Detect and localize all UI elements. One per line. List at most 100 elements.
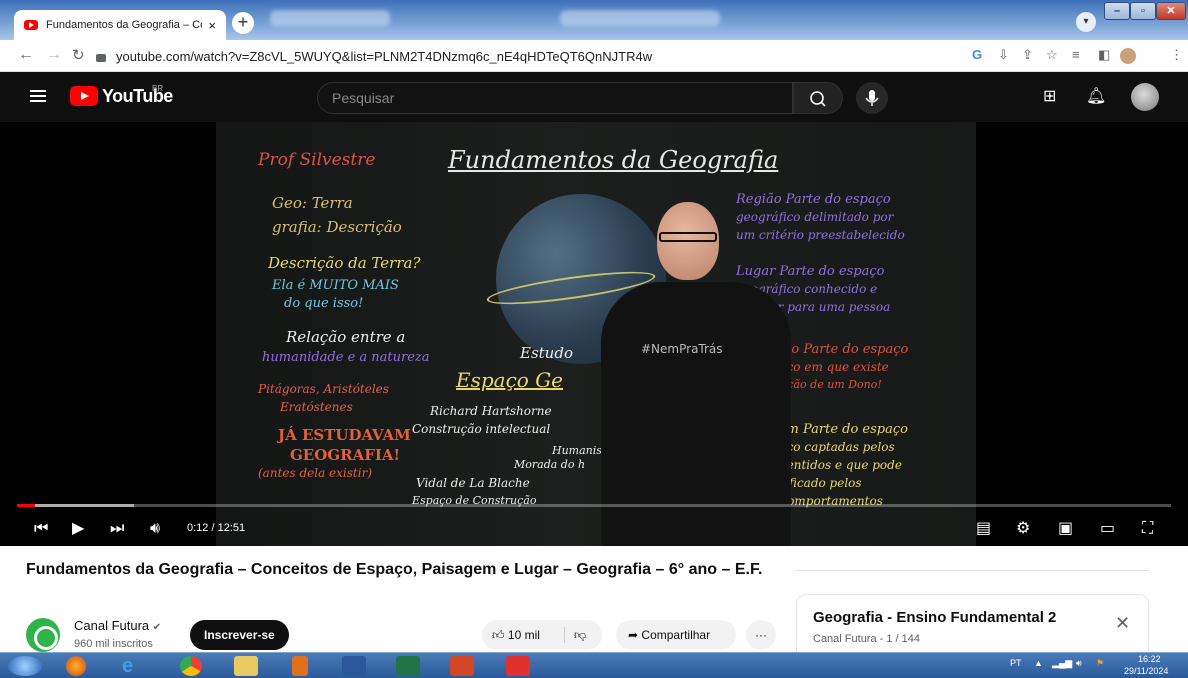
chrome-icon[interactable]	[180, 656, 202, 676]
chalk-line: Morada do h	[514, 458, 586, 471]
tray-arrow-icon[interactable]: ▲	[1034, 658, 1043, 668]
like-button[interactable]: 👍︎ 10 mil	[492, 620, 540, 650]
google-icon[interactable]: G	[972, 47, 982, 62]
chalk-line: Geo: Terra	[272, 194, 353, 212]
chalk-line: Humanis	[552, 444, 602, 457]
chalk-line: Construção intelectual	[412, 422, 551, 436]
tab-title: Fundamentos da Geografia – Cor	[46, 19, 203, 31]
reading-list-icon[interactable]: ≡	[1072, 47, 1080, 62]
like-dislike-group: 👍︎ 10 mil 👎︎	[482, 620, 602, 650]
firefox-icon[interactable]	[66, 656, 86, 676]
internet-explorer-icon[interactable]: e	[122, 656, 146, 676]
user-avatar[interactable]	[1131, 83, 1159, 111]
previous-icon[interactable]: ⏮	[34, 518, 48, 538]
channel-name[interactable]: Canal Futura ✔	[74, 618, 161, 633]
thumbs-up-icon: 👍︎	[492, 628, 505, 642]
warning-flag-icon[interactable]: ⚑	[1096, 658, 1104, 669]
tab-close-icon[interactable]: ×	[208, 18, 216, 33]
channel-name-text: Canal Futura	[74, 618, 150, 633]
channel-avatar[interactable]	[26, 618, 60, 652]
browser-tab-active[interactable]: Fundamentos da Geografia – Cor ×	[14, 10, 226, 40]
powerpoint-icon[interactable]	[450, 656, 474, 676]
time-display: 0:12 / 12:51	[187, 522, 246, 534]
share-arrow-icon: ➦	[628, 628, 639, 642]
excel-icon[interactable]	[396, 656, 420, 676]
url-field[interactable]: youtube.com/watch?v=Z8cVL_5WUYQ&list=PLN…	[96, 44, 956, 68]
volume-icon[interactable]: 🔊︎	[150, 518, 160, 538]
thumbs-down-icon: 👎︎	[574, 628, 587, 642]
chalk-line: grafia: Descrição	[272, 218, 402, 236]
chalk-line: Espaço Ge	[456, 368, 564, 392]
settings-gear-icon[interactable]: ⚙	[1016, 518, 1030, 537]
country-code: BR	[152, 84, 164, 93]
window-close-button[interactable]: ✕	[1156, 2, 1186, 20]
network-signal-icon[interactable]: ▂▄▆	[1052, 658, 1072, 669]
fullscreen-icon[interactable]: ⛶	[1142, 518, 1153, 538]
subscribe-button[interactable]: Inscrever-se	[190, 620, 289, 650]
maximize-button[interactable]: ▫	[1130, 2, 1156, 20]
minimize-button[interactable]: –	[1104, 2, 1130, 20]
shirt-text: #NemPraTrás	[641, 342, 723, 356]
forward-arrow-icon[interactable]: →	[46, 46, 62, 64]
dislike-button[interactable]: 👎︎	[574, 620, 586, 650]
miniplayer-icon[interactable]: ▣	[1058, 518, 1073, 537]
more-actions-button[interactable]: ···	[746, 620, 776, 650]
subtitles-icon[interactable]: ▤	[976, 518, 991, 537]
media-player-icon[interactable]	[292, 656, 308, 676]
back-arrow-icon[interactable]: ←	[18, 46, 34, 64]
new-tab-button[interactable]: +	[232, 12, 254, 34]
share-button[interactable]: ➦ Compartilhar	[616, 620, 736, 650]
voice-search-button[interactable]	[856, 82, 888, 114]
chalk-line: Estudo	[520, 344, 573, 362]
create-video-icon[interactable]: ⊞	[1043, 86, 1056, 106]
progress-played	[17, 504, 35, 507]
install-app-icon[interactable]: ⇩	[998, 47, 1009, 63]
theater-mode-icon[interactable]: ▭	[1100, 518, 1115, 537]
divider	[564, 627, 565, 643]
verified-icon: ✔	[152, 622, 162, 633]
anydesk-icon[interactable]	[506, 656, 530, 676]
share-icon[interactable]: ⇪	[1022, 47, 1033, 63]
tab-search-chevron-icon[interactable]: ▾	[1076, 12, 1096, 32]
chalk-line: Descrição da Terra?	[268, 254, 421, 272]
menu-kebab-icon[interactable]: ⋮	[1170, 47, 1183, 63]
progress-bar[interactable]	[17, 504, 1171, 507]
language-indicator[interactable]: PT	[1010, 658, 1022, 668]
search-input[interactable]: Pesquisar	[317, 82, 793, 114]
play-icon[interactable]: ▶	[72, 518, 84, 537]
subscriber-count: 960 mil inscritos	[74, 638, 153, 650]
player-controls: ⏮ ▶ ⏭ 🔊︎ 0:12 / 12:51 ▤ ⚙ ▣ ▭ ⛶	[0, 488, 1188, 546]
share-label: Compartilhar	[641, 628, 711, 642]
browser-tab-strip: Fundamentos da Geografia – Cor × + ▾ – ▫…	[0, 0, 1188, 40]
close-icon[interactable]: ✕	[1115, 613, 1130, 634]
word-icon[interactable]	[342, 656, 366, 676]
youtube-favicon-icon	[24, 20, 38, 30]
search-button[interactable]	[793, 82, 843, 114]
video-player[interactable]: Prof Silvestre Fundamentos da Geografia …	[0, 122, 1188, 546]
windows-taskbar: e PT ▲ ▂▄▆ 🔊︎ ⚑ 16:22 29/11/2024	[0, 652, 1188, 678]
youtube-logo-icon[interactable]	[70, 86, 98, 106]
presenter-glasses	[659, 232, 717, 242]
next-icon[interactable]: ⏭	[110, 518, 124, 538]
blurred-tab	[270, 10, 390, 26]
chalk-line: JÁ ESTUDAVAM	[278, 426, 411, 444]
file-explorer-icon[interactable]	[234, 656, 258, 676]
start-button[interactable]	[8, 656, 42, 676]
chalk-title: Fundamentos da Geografia	[448, 146, 779, 174]
notifications-bell-icon[interactable]: 🔔︎	[1086, 86, 1106, 106]
lock-icon	[96, 54, 106, 62]
clock-time[interactable]: 16:22	[1138, 654, 1161, 664]
reload-icon[interactable]: ↻	[72, 46, 85, 64]
playlist-title[interactable]: Geografia - Ensino Fundamental 2	[813, 609, 1056, 626]
address-bar-row: ← → ↻ youtube.com/watch?v=Z8cVL_5WUYQ&li…	[0, 40, 1188, 72]
side-panel-icon[interactable]: ◧	[1098, 47, 1110, 63]
speaker-icon[interactable]: 🔊︎	[1076, 658, 1082, 669]
clock-date[interactable]: 29/11/2024	[1124, 666, 1168, 676]
bookmark-star-icon[interactable]: ☆	[1046, 47, 1058, 63]
profile-avatar-icon[interactable]	[1120, 48, 1136, 64]
chalk-line: Eratóstenes	[280, 400, 353, 414]
hamburger-menu-icon[interactable]	[30, 90, 46, 102]
video-title: Fundamentos da Geografia – Conceitos de …	[26, 561, 763, 578]
chalk-teacher: Prof Silvestre	[258, 150, 376, 170]
chalk-line: Pitágoras, Aristóteles	[258, 382, 389, 396]
